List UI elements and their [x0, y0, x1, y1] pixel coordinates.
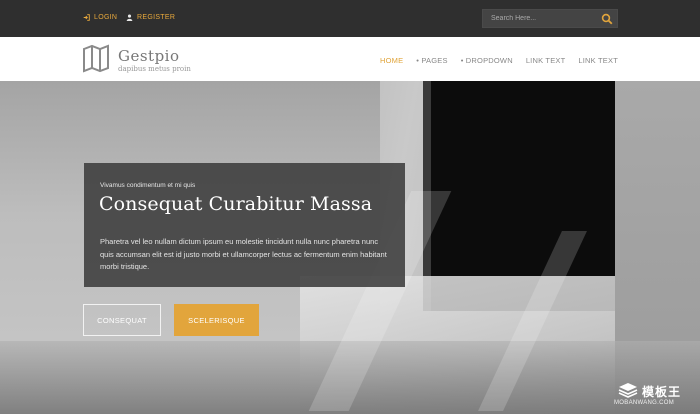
user-icon	[126, 14, 133, 21]
consequat-button[interactable]: CONSEQUAT	[83, 304, 161, 336]
site-header: Gestpio dapibus metus proin HOME • PAGES…	[0, 37, 700, 81]
nav-item-link-text-2[interactable]: LINK TEXT	[578, 56, 618, 65]
nav-item-pages[interactable]: • PAGES	[416, 56, 447, 65]
hero-caption-panel: Vivamus condimentum et mi quis Consequat…	[84, 163, 405, 287]
watermark-en-text: MOBANWANG.COM	[614, 400, 675, 406]
register-link[interactable]: REGISTER	[126, 14, 175, 21]
login-link[interactable]: LOGIN	[83, 14, 117, 21]
scelerisque-button[interactable]: SCELERISQUE	[174, 304, 259, 336]
hero-kicker: Vivamus condimentum et mi quis	[100, 182, 196, 189]
search-icon[interactable]	[601, 13, 613, 25]
watermark-icon	[618, 383, 638, 398]
search-input[interactable]	[483, 10, 595, 27]
nav-item-link-text-1[interactable]: LINK TEXT	[526, 56, 566, 65]
brand-logo[interactable]: Gestpio dapibus metus proin	[82, 44, 191, 74]
brand-tagline: dapibus metus proin	[118, 65, 191, 73]
hero-body-text: Pharetra vel leo nullam dictum ipsum eu …	[100, 237, 387, 271]
brand-name: Gestpio	[118, 47, 180, 65]
login-label: LOGIN	[94, 14, 118, 21]
nav-item-home[interactable]: HOME	[380, 56, 403, 65]
book-logo-icon	[83, 44, 109, 73]
search-box	[482, 9, 618, 28]
main-nav: HOME • PAGES • DROPDOWN LINK TEXT LINK T…	[367, 56, 618, 65]
watermark-logo: 模板王 MOBANWANG.COM	[612, 380, 698, 412]
login-icon	[83, 14, 90, 21]
register-label: REGISTER	[137, 14, 176, 21]
top-bar: LOGIN REGISTER	[0, 0, 700, 37]
hero-headline: Consequat Curabitur Massa	[99, 193, 373, 215]
watermark-cn-text: 模板王	[642, 385, 682, 399]
nav-item-dropdown[interactable]: • DROPDOWN	[461, 56, 513, 65]
